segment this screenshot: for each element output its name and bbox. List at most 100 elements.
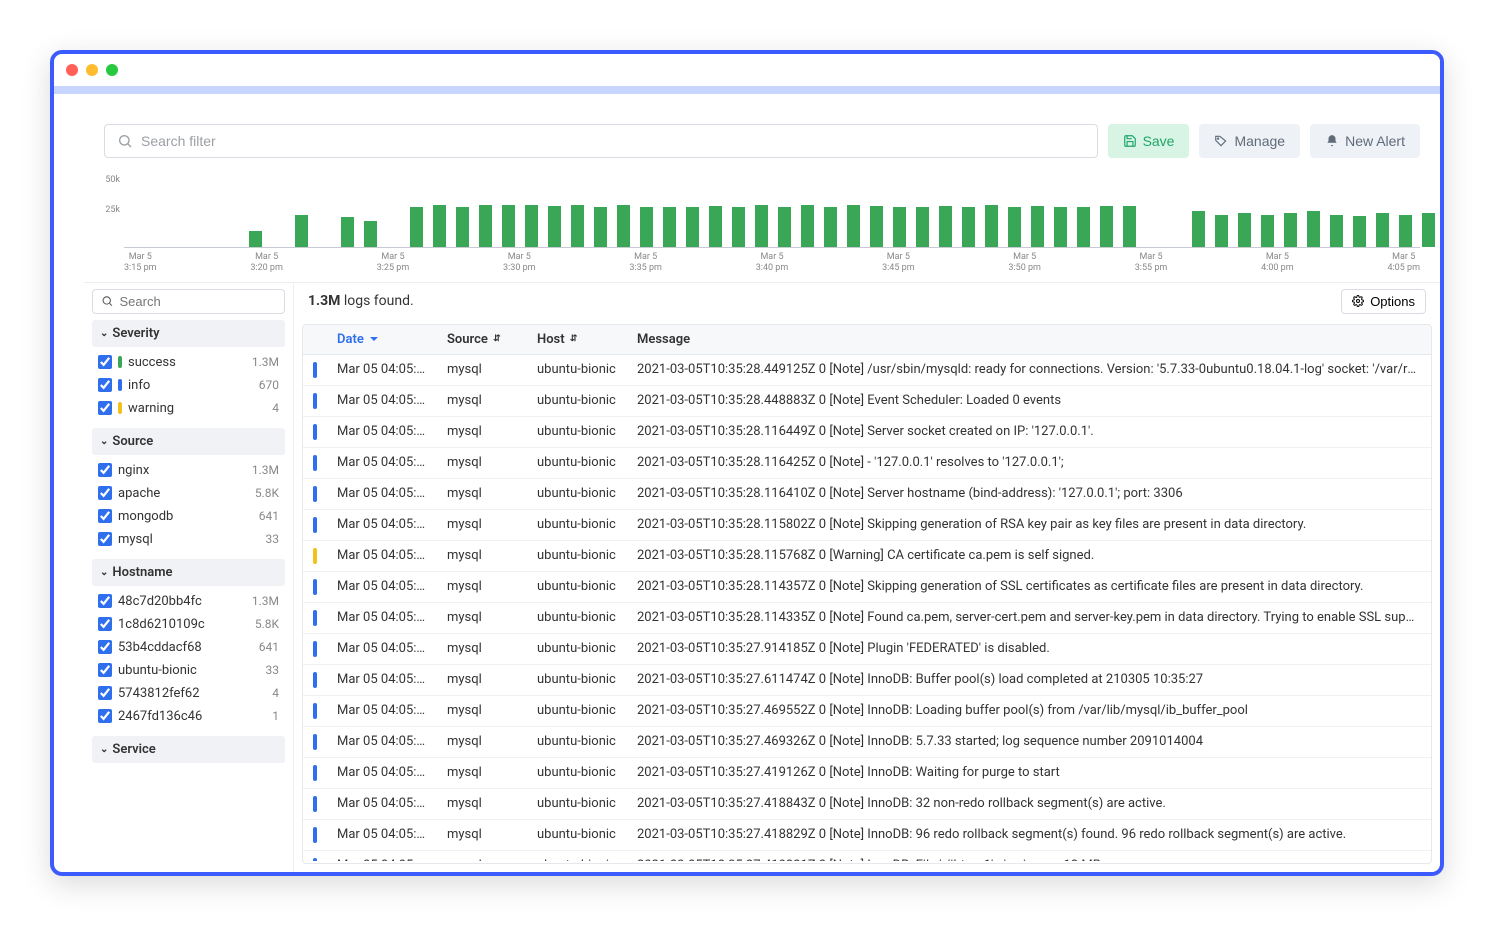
new-alert-button[interactable]: New Alert <box>1310 124 1420 158</box>
facet-header-hostname[interactable]: ⌄ Hostname <box>92 559 285 586</box>
facet-checkbox[interactable] <box>98 355 112 369</box>
facet-search-container[interactable] <box>92 289 285 314</box>
facet-header-service[interactable]: ⌄ Service <box>92 736 285 763</box>
facet-item[interactable]: 48c7d20bb4fc1.3M <box>92 590 285 613</box>
histogram-bar[interactable] <box>847 205 860 247</box>
histogram-bar[interactable] <box>1238 213 1251 247</box>
histogram-bar[interactable] <box>962 207 975 247</box>
histogram-bar[interactable] <box>870 206 883 247</box>
histogram-bar[interactable] <box>1261 215 1274 247</box>
histogram-bar[interactable] <box>801 205 814 247</box>
histogram-bar[interactable] <box>1123 206 1136 247</box>
table-row[interactable]: Mar 05 04:05:39mysqlubuntu-bionic2021-03… <box>303 479 1431 510</box>
facet-item[interactable]: apache5.8K <box>92 482 285 505</box>
histogram-bar[interactable] <box>1422 213 1435 247</box>
histogram-bar[interactable] <box>502 205 515 247</box>
search-filter-input[interactable] <box>141 133 1085 149</box>
histogram-bar[interactable] <box>594 207 607 247</box>
manage-button[interactable]: Manage <box>1199 124 1300 158</box>
close-window-button[interactable] <box>66 64 78 76</box>
histogram-bar[interactable] <box>410 207 423 247</box>
table-row[interactable]: Mar 05 04:05:39mysqlubuntu-bionic2021-03… <box>303 417 1431 448</box>
histogram-bar[interactable] <box>1031 206 1044 247</box>
facet-checkbox[interactable] <box>98 378 112 392</box>
histogram-bar[interactable] <box>916 207 929 247</box>
facet-item[interactable]: 5743812fef624 <box>92 682 285 705</box>
histogram-bar[interactable] <box>617 205 630 247</box>
column-header-message[interactable]: Message <box>627 325 1431 354</box>
options-button[interactable]: Options <box>1341 289 1426 314</box>
facet-item[interactable]: nginx1.3M <box>92 459 285 482</box>
facet-checkbox[interactable] <box>98 486 112 500</box>
histogram-bar[interactable] <box>709 206 722 247</box>
histogram-bar[interactable] <box>1284 213 1297 247</box>
table-row[interactable]: Mar 05 04:05:39mysqlubuntu-bionic2021-03… <box>303 696 1431 727</box>
table-row[interactable]: Mar 05 04:05:39mysqlubuntu-bionic2021-03… <box>303 820 1431 851</box>
histogram-bar[interactable] <box>1008 207 1021 247</box>
column-header-date[interactable]: Date <box>327 325 437 354</box>
facet-item[interactable]: warning4 <box>92 397 285 420</box>
table-row[interactable]: Mar 05 04:05:39mysqlubuntu-bionic2021-03… <box>303 572 1431 603</box>
column-header-host[interactable]: Host ⇵ <box>527 325 627 354</box>
histogram-bar[interactable] <box>732 207 745 247</box>
facet-item[interactable]: 53b4cddacf68641 <box>92 636 285 659</box>
facet-checkbox[interactable] <box>98 463 112 477</box>
search-filter-container[interactable] <box>104 124 1098 158</box>
facet-item[interactable]: mysql33 <box>92 528 285 551</box>
histogram-bar[interactable] <box>479 205 492 247</box>
facet-search-input[interactable] <box>120 294 276 309</box>
maximize-window-button[interactable] <box>106 64 118 76</box>
histogram-bar[interactable] <box>525 205 538 247</box>
histogram-bar[interactable] <box>1192 211 1205 247</box>
histogram-bar[interactable] <box>1376 213 1389 247</box>
histogram-bar[interactable] <box>341 217 354 247</box>
histogram-bar[interactable] <box>295 215 308 247</box>
histogram-bar[interactable] <box>1307 211 1320 247</box>
histogram-bar[interactable] <box>893 207 906 247</box>
table-row[interactable]: Mar 05 04:05:39mysqlubuntu-bionic2021-03… <box>303 665 1431 696</box>
histogram-bar[interactable] <box>686 207 699 247</box>
table-row[interactable]: Mar 05 04:05:39mysqlubuntu-bionic2021-03… <box>303 758 1431 789</box>
table-row[interactable]: Mar 05 04:05:39mysqlubuntu-bionic2021-03… <box>303 510 1431 541</box>
histogram-bar[interactable] <box>548 206 561 247</box>
facet-item[interactable]: ubuntu-bionic33 <box>92 659 285 682</box>
facet-checkbox[interactable] <box>98 663 112 677</box>
facet-item[interactable]: success1.3M <box>92 351 285 374</box>
histogram-bar[interactable] <box>364 221 377 247</box>
facet-header-severity[interactable]: ⌄ Severity <box>92 320 285 347</box>
minimize-window-button[interactable] <box>86 64 98 76</box>
facet-item[interactable]: 2467fd136c461 <box>92 705 285 728</box>
facet-checkbox[interactable] <box>98 640 112 654</box>
histogram-bar[interactable] <box>755 205 768 247</box>
histogram-bar[interactable] <box>824 207 837 247</box>
histogram-bar[interactable] <box>1399 215 1412 247</box>
table-row[interactable]: Mar 05 04:05:39mysqlubuntu-bionic2021-03… <box>303 789 1431 820</box>
facet-checkbox[interactable] <box>98 617 112 631</box>
facet-item[interactable]: mongodb641 <box>92 505 285 528</box>
histogram-bar[interactable] <box>1054 207 1067 247</box>
table-row[interactable]: Mar 05 04:05:39mysqlubuntu-bionic2021-03… <box>303 541 1431 572</box>
facet-checkbox[interactable] <box>98 709 112 723</box>
histogram-bar[interactable] <box>249 231 262 247</box>
facet-item[interactable]: 1c8d6210109c5.8K <box>92 613 285 636</box>
table-body[interactable]: Mar 05 04:05:39mysqlubuntu-bionic2021-03… <box>303 355 1431 861</box>
table-row[interactable]: Mar 05 04:05:39mysqlubuntu-bionic2021-03… <box>303 603 1431 634</box>
histogram-bar[interactable] <box>1330 215 1343 247</box>
histogram-bar[interactable] <box>1353 216 1366 247</box>
histogram-bar[interactable] <box>939 206 952 247</box>
facet-checkbox[interactable] <box>98 532 112 546</box>
histogram-bar[interactable] <box>433 205 446 247</box>
table-row[interactable]: Mar 05 04:05:39mysqlubuntu-bionic2021-03… <box>303 727 1431 758</box>
table-row[interactable]: Mar 05 04:05:39mysqlubuntu-bionic2021-03… <box>303 634 1431 665</box>
histogram-bar[interactable] <box>640 207 653 247</box>
facet-checkbox[interactable] <box>98 594 112 608</box>
facet-header-source[interactable]: ⌄ Source <box>92 428 285 455</box>
histogram-bar[interactable] <box>1215 215 1228 247</box>
column-header-source[interactable]: Source ⇵ <box>437 325 527 354</box>
table-row[interactable]: Mar 05 04:05:39mysqlubuntu-bionic2021-03… <box>303 355 1431 386</box>
facet-item[interactable]: info670 <box>92 374 285 397</box>
chart-bars[interactable] <box>134 187 1420 247</box>
histogram-bar[interactable] <box>1100 206 1113 247</box>
histogram-bar[interactable] <box>1077 207 1090 247</box>
save-button[interactable]: Save <box>1108 124 1190 158</box>
